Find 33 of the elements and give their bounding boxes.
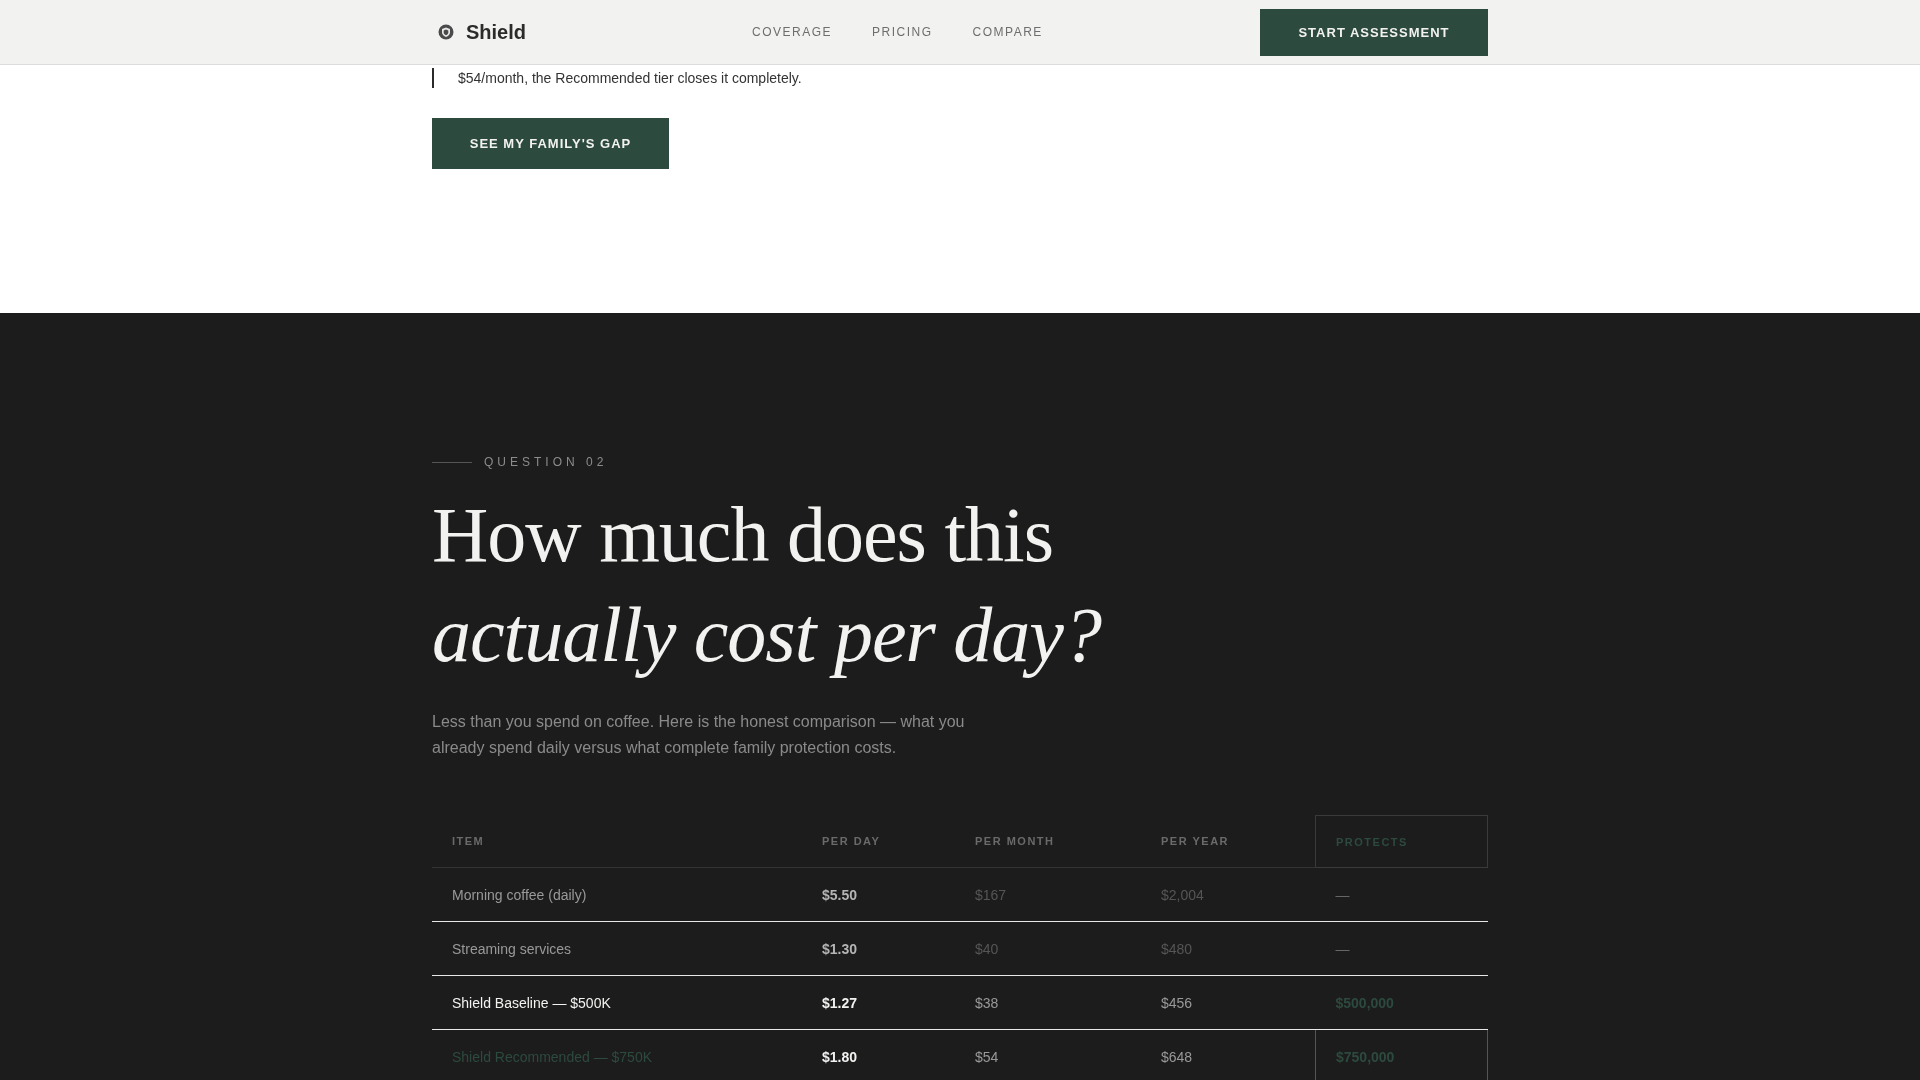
quote-text: $54/month, the Recommended tier closes it completely.	[432, 68, 958, 88]
heading-line: How much does this	[432, 490, 1054, 580]
table-cell: $2,004	[1141, 867, 1316, 922]
table-cell: $1.80	[802, 1029, 955, 1080]
start-assessment-button[interactable]: START ASSESSMENT	[1260, 8, 1488, 56]
heading-line: actually cost per day?	[432, 590, 1101, 680]
table-cell: $167	[955, 867, 1141, 922]
table-cell: —	[1315, 921, 1488, 976]
table-cell: Morning coffee (daily)	[432, 867, 802, 922]
column-header: ITEM	[432, 815, 802, 868]
nav-link[interactable]: PRICING	[872, 25, 933, 39]
table-cell: $1.30	[802, 921, 955, 976]
column-header: PER YEAR	[1141, 815, 1316, 868]
brand-name: Shield	[466, 20, 526, 44]
family-gap-button[interactable]: SEE MY FAMILY'S GAP	[432, 118, 669, 169]
table-cell: $38	[955, 975, 1141, 1030]
table-cell: —	[1315, 867, 1488, 922]
table-cell: Shield Baseline — $500K	[432, 975, 802, 1030]
table-cell: Streaming services	[432, 921, 802, 976]
lede-paragraph: Less than you spend on coffee. Here is the honest comparison — what you already spend daily versus what complete family protection costs.	[432, 712, 966, 758]
column-header: PER MONTH	[955, 815, 1141, 868]
eyebrow-label: QUESTION 02	[484, 455, 608, 469]
shield-logo-icon	[438, 24, 454, 40]
table-cell: $40	[955, 921, 1141, 976]
table-cell: $456	[1141, 975, 1316, 1030]
table-cell: $1.27	[802, 975, 955, 1030]
table-cell: $648	[1141, 1029, 1316, 1080]
table-cell: $480	[1141, 921, 1316, 976]
column-header: PER DAY	[802, 815, 955, 868]
nav-link[interactable]: COVERAGE	[752, 25, 832, 39]
table-cell: $5.50	[802, 867, 955, 922]
nav-link[interactable]: COMPARE	[972, 25, 1043, 39]
table-cell: $54	[955, 1029, 1141, 1080]
